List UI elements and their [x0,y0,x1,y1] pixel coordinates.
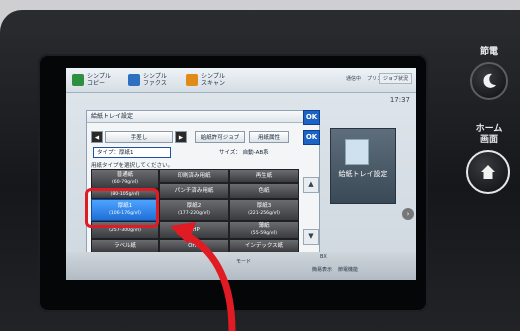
red-arrow-icon [170,222,236,331]
